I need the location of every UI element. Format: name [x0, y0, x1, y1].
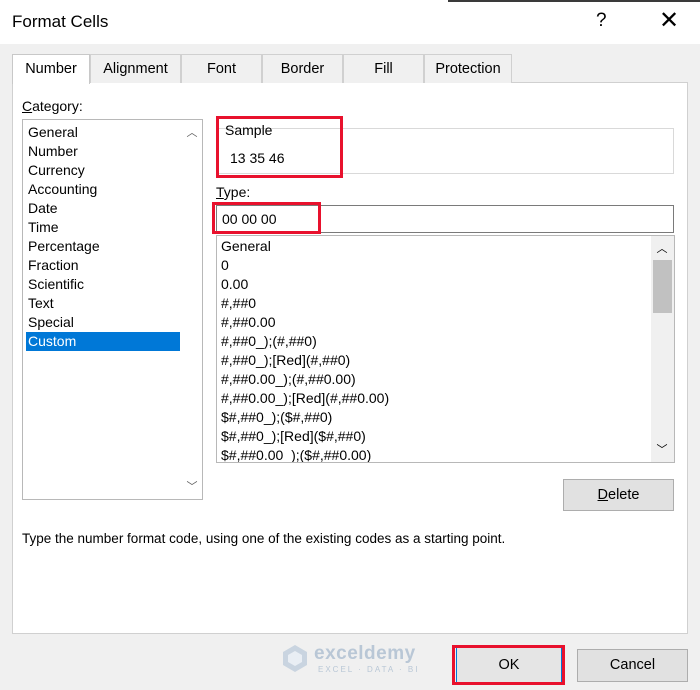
format-item[interactable]: #,##0.00 [221, 313, 276, 332]
category-item-time[interactable]: Time [26, 218, 180, 237]
type-label: Type: [216, 184, 251, 200]
scroll-down-icon[interactable]: ﹀ [183, 478, 201, 494]
format-item[interactable]: 0.00 [221, 275, 248, 294]
sample-value: 13 35 46 [230, 150, 285, 166]
dialog-title: Format Cells [12, 12, 109, 31]
background-window-strip [448, 0, 700, 2]
format-item[interactable]: General [221, 237, 271, 256]
instruction-text: Type the number format code, using one o… [22, 531, 506, 546]
tab-alignment[interactable]: Alignment [90, 54, 181, 83]
category-label: Category: [22, 98, 83, 114]
category-item-text[interactable]: Text [26, 294, 180, 313]
delete-button[interactable]: Delete [563, 479, 674, 511]
exceldemy-logo-icon [280, 643, 310, 673]
scroll-down-icon[interactable]: ﹀ [653, 441, 671, 457]
format-item[interactable]: #,##0_);[Red](#,##0) [221, 351, 350, 370]
watermark-tagline: EXCEL · DATA · BI [318, 665, 420, 674]
tab-fill[interactable]: Fill [343, 54, 424, 83]
tab-font[interactable]: Font [181, 54, 262, 83]
help-button[interactable]: ? [596, 10, 607, 32]
category-item-number[interactable]: Number [26, 142, 180, 161]
tab-border[interactable]: Border [262, 54, 343, 83]
category-item-percentage[interactable]: Percentage [26, 237, 180, 256]
tab-protection[interactable]: Protection [424, 54, 512, 83]
category-item-special[interactable]: Special [26, 313, 180, 332]
close-button[interactable]: ✕ [654, 6, 684, 35]
category-item-accounting[interactable]: Accounting [26, 180, 180, 199]
format-scrollbar[interactable]: ︿ ﹀ [651, 236, 674, 462]
scroll-up-icon[interactable]: ︿ [183, 124, 201, 140]
tab-number[interactable]: Number [12, 54, 90, 84]
format-code-listbox[interactable]: General 0 0.00 #,##0 #,##0.00 #,##0_);(#… [216, 235, 675, 463]
scrollbar-thumb[interactable] [653, 260, 672, 313]
category-item-custom[interactable]: Custom [26, 332, 180, 351]
format-item[interactable]: $#,##0_);[Red]($#,##0) [221, 427, 366, 446]
format-item[interactable]: $#,##0.00_);($#,##0.00) [221, 446, 371, 462]
category-item-date[interactable]: Date [26, 199, 180, 218]
scroll-up-icon[interactable]: ︿ [653, 240, 671, 256]
category-item-currency[interactable]: Currency [26, 161, 180, 180]
type-input[interactable]: 00 00 00 [216, 205, 674, 233]
format-item[interactable]: #,##0.00_);[Red](#,##0.00) [221, 389, 389, 408]
format-item[interactable]: #,##0.00_);(#,##0.00) [221, 370, 356, 389]
category-item-general[interactable]: General [26, 123, 180, 142]
category-item-fraction[interactable]: Fraction [26, 256, 180, 275]
watermark-name: exceldemy [314, 643, 416, 664]
cancel-button[interactable]: Cancel [577, 649, 688, 682]
sample-label: Sample [225, 122, 273, 138]
format-item[interactable]: $#,##0_);($#,##0) [221, 408, 332, 427]
ok-button[interactable]: OK [456, 647, 562, 683]
category-listbox[interactable]: General Number Currency Accounting Date … [22, 119, 203, 500]
category-item-scientific[interactable]: Scientific [26, 275, 180, 294]
format-item[interactable]: #,##0 [221, 294, 256, 313]
category-scrollbar[interactable]: ︿ ﹀ [182, 120, 202, 499]
format-item[interactable]: #,##0_);(#,##0) [221, 332, 317, 351]
format-item[interactable]: 0 [221, 256, 229, 275]
